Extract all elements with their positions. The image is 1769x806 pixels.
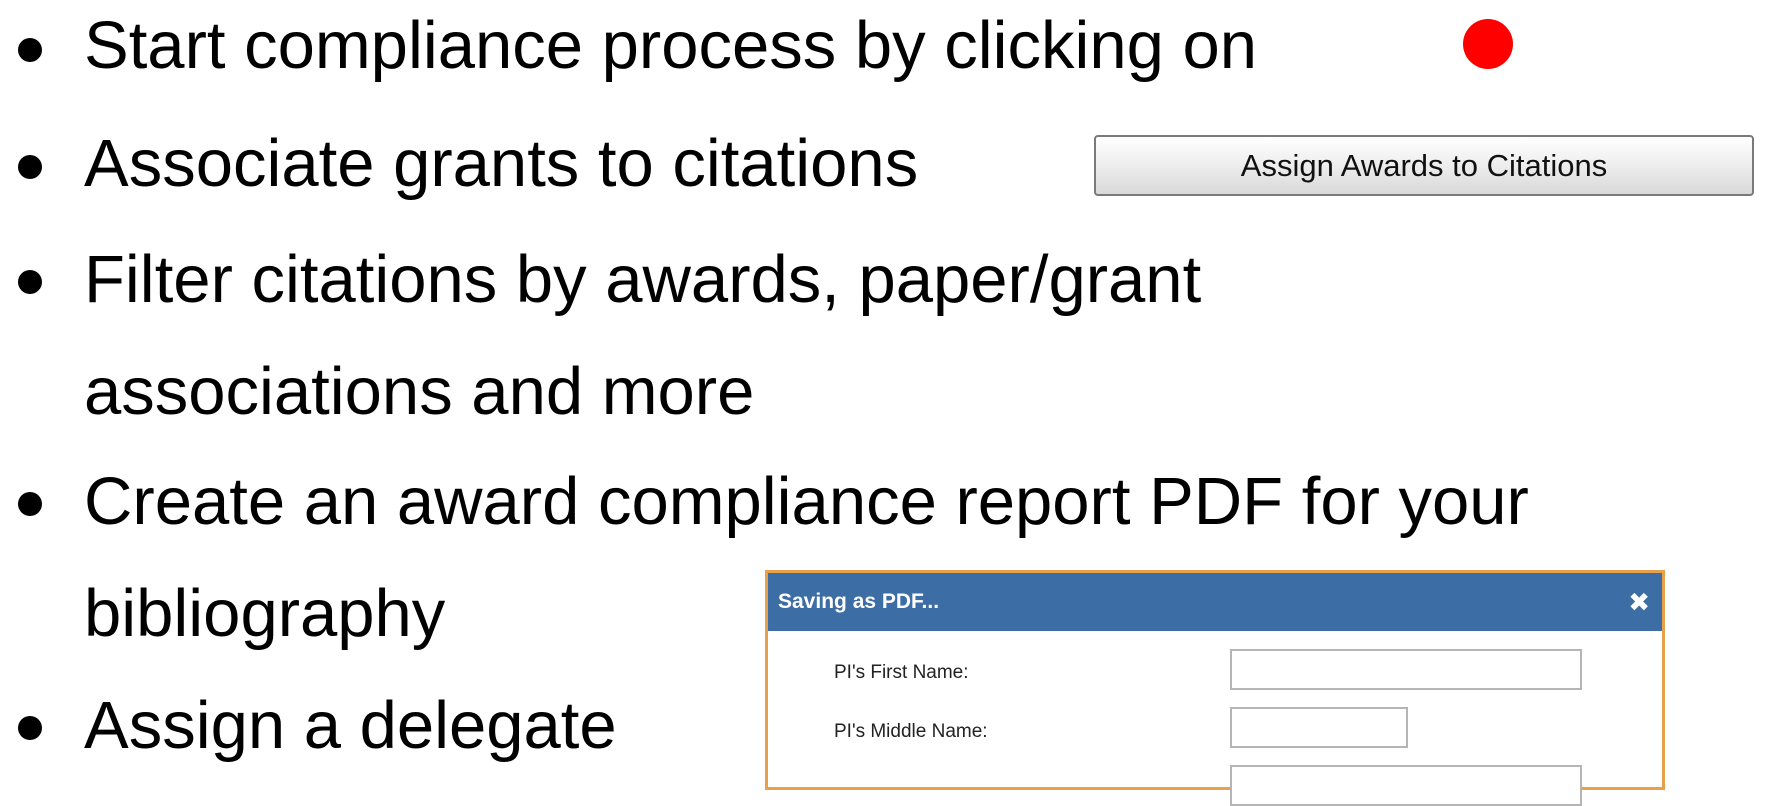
bullet-text-filter-citations-cont: associations and more — [84, 354, 755, 429]
bullet-marker — [18, 716, 42, 740]
first-name-input[interactable] — [1230, 649, 1582, 690]
close-icon[interactable]: ✖ — [1628, 587, 1650, 618]
bullet-text-create-report-cont: bibliography — [84, 576, 446, 651]
dialog-title: Saving as PDF... — [778, 590, 940, 613]
bullet-text-create-report: Create an award compliance report PDF fo… — [84, 464, 1529, 539]
middle-name-label: PI's Middle Name: — [834, 721, 988, 742]
bullet-marker — [18, 492, 42, 516]
bullet-text-start-compliance: Start compliance process by clicking on — [84, 8, 1258, 83]
bullet-marker — [18, 270, 42, 294]
bullet-text-associate-grants: Associate grants to citations — [84, 126, 919, 201]
assign-awards-button[interactable]: Assign Awards to Citations — [1094, 135, 1754, 196]
red-dot-icon[interactable] — [1463, 19, 1513, 69]
first-name-label: PI's First Name: — [834, 662, 969, 683]
save-pdf-dialog: Saving as PDF... ✖ PI's First Name: PI's… — [765, 570, 1665, 806]
middle-name-input[interactable] — [1230, 707, 1408, 748]
bullet-marker — [18, 38, 42, 62]
dialog-header: Saving as PDF... ✖ — [768, 573, 1662, 631]
bullet-marker — [18, 155, 42, 179]
bullet-text-assign-delegate: Assign a delegate — [84, 688, 617, 763]
last-name-input[interactable] — [1230, 765, 1582, 806]
bullet-text-filter-citations: Filter citations by awards, paper/grant — [84, 242, 1202, 317]
